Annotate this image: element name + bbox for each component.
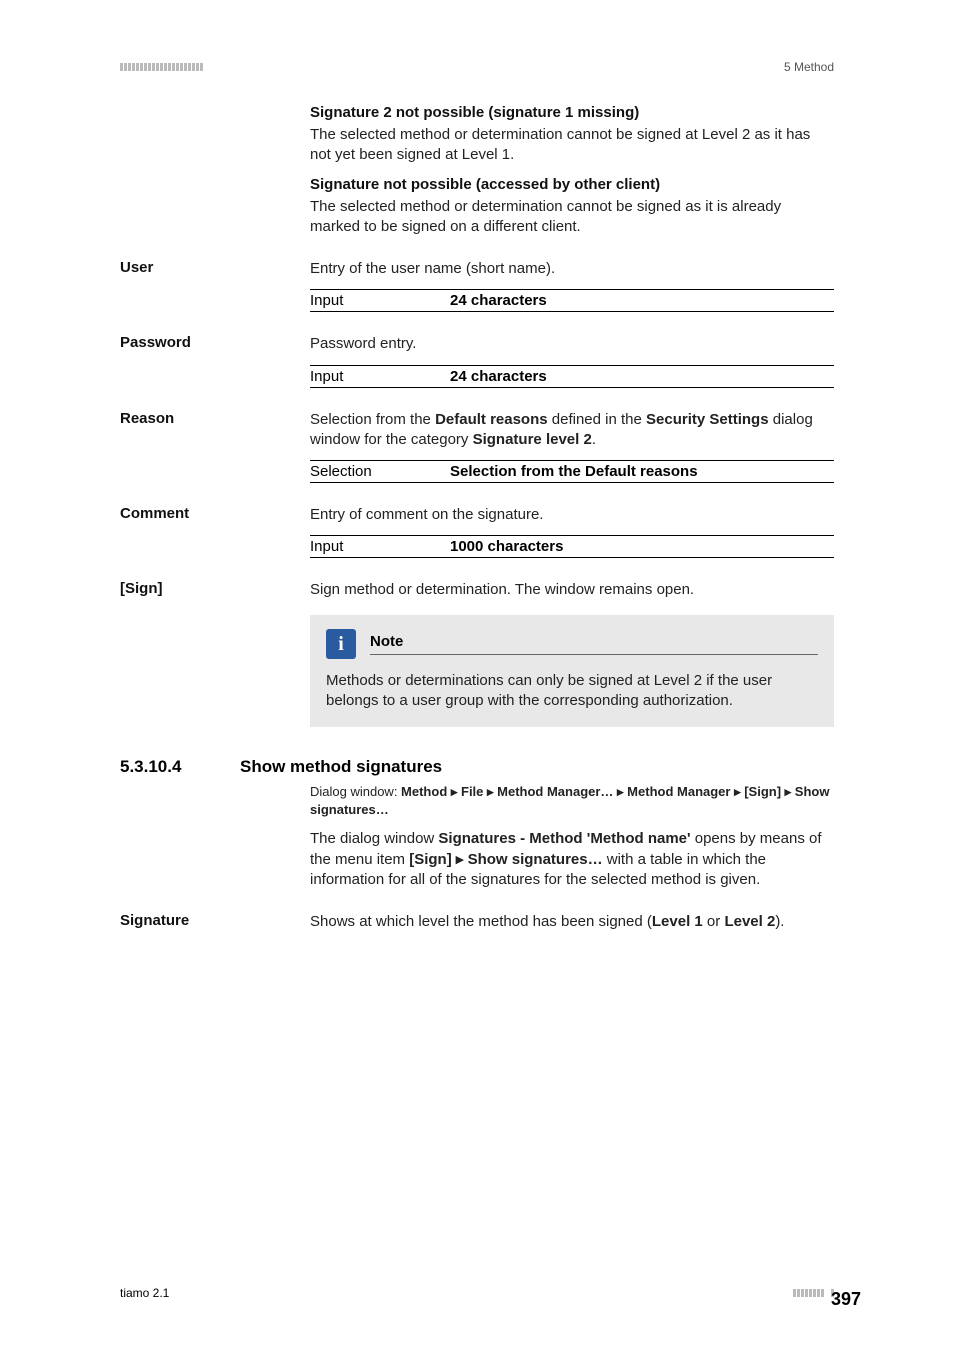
chapter-label: 5 Method <box>784 60 834 74</box>
header-ticks-icon <box>120 63 203 71</box>
reason-desc-mid: defined in the <box>548 411 646 428</box>
reason-desc-b1: Default reasons <box>435 411 548 428</box>
section-body: The dialog window Signatures - Method 'M… <box>310 829 834 890</box>
reason-desc-pre: Selection from the <box>310 411 435 428</box>
reason-label: Reason <box>120 410 300 427</box>
user-input-value: 24 characters <box>450 290 834 311</box>
signature-desc: Shows at which level the method has been… <box>310 912 834 932</box>
user-input-spec: Input 24 characters <box>310 289 834 312</box>
sig-not-possible-body: The selected method or determination can… <box>310 197 834 238</box>
sign-label: [Sign] <box>120 580 300 597</box>
reason-desc-b3: Signature level 2 <box>473 431 592 448</box>
page-footer: tiamo 2.1 397 <box>120 1286 834 1300</box>
reason-desc: Selection from the Default reasons defin… <box>310 410 834 451</box>
note-body: Methods or determinations can only be si… <box>326 671 818 712</box>
password-input-value: 24 characters <box>450 366 834 387</box>
section-body-b1: Signatures - Method 'Method name' <box>438 830 690 847</box>
dialog-path-prefix: Dialog window: <box>310 784 401 799</box>
note-box: i Note Methods or determinations can onl… <box>310 615 834 728</box>
password-input-spec: Input 24 characters <box>310 365 834 388</box>
sign-desc: Sign method or determination. The window… <box>310 580 834 600</box>
reason-selection-spec: Selection Selection from the Default rea… <box>310 460 834 483</box>
reason-selection-value: Selection from the Default reasons <box>450 461 834 482</box>
footer-ticks-icon: 397 <box>793 1289 834 1297</box>
comment-label: Comment <box>120 505 300 522</box>
sig-not-possible-heading: Signature not possible (accessed by othe… <box>310 176 834 193</box>
password-input-key: Input <box>310 366 450 387</box>
comment-input-value: 1000 characters <box>450 536 834 557</box>
dialog-path: Dialog window: Method ▸ File ▸ Method Ma… <box>310 783 834 819</box>
section-heading: 5.3.10.4 Show method signatures <box>120 757 834 777</box>
page-header: 5 Method <box>120 60 834 74</box>
sig2-missing-body: The selected method or determination can… <box>310 125 834 166</box>
signature-desc-end: ). <box>775 913 784 930</box>
section-number: 5.3.10.4 <box>120 757 240 777</box>
note-title: Note <box>370 633 818 655</box>
signature-desc-mid: or <box>703 913 725 930</box>
comment-desc: Entry of comment on the signature. <box>310 505 834 525</box>
reason-desc-end: . <box>592 431 596 448</box>
info-icon: i <box>326 629 356 659</box>
user-input-key: Input <box>310 290 450 311</box>
signature-label: Signature <box>120 912 300 929</box>
reason-desc-b2: Security Settings <box>646 411 769 428</box>
comment-input-spec: Input 1000 characters <box>310 535 834 558</box>
section-body-b2: [Sign] ▸ Show signatures… <box>409 851 602 868</box>
user-label: User <box>120 259 300 276</box>
reason-selection-key: Selection <box>310 461 450 482</box>
password-label: Password <box>120 334 300 351</box>
product-name: tiamo 2.1 <box>120 1286 169 1300</box>
page: 5 Method Signature 2 not possible (signa… <box>0 0 954 1350</box>
signature-desc-b1: Level 1 <box>652 913 703 930</box>
password-desc: Password entry. <box>310 334 834 354</box>
section-body-pre: The dialog window <box>310 830 438 847</box>
page-number: 397 <box>831 1289 834 1297</box>
section-title: Show method signatures <box>240 757 442 777</box>
sig2-missing-heading: Signature 2 not possible (signature 1 mi… <box>310 104 834 121</box>
signature-desc-b2: Level 2 <box>724 913 775 930</box>
comment-input-key: Input <box>310 536 450 557</box>
signature-desc-pre: Shows at which level the method has been… <box>310 913 652 930</box>
user-desc: Entry of the user name (short name). <box>310 259 834 279</box>
